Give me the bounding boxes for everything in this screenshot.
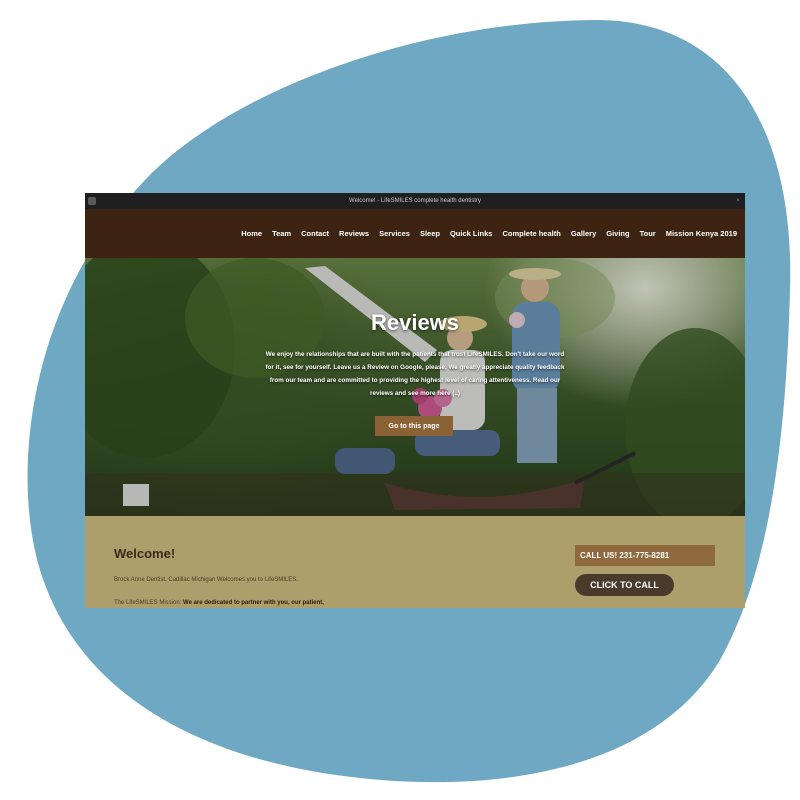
welcome-heading: Welcome! (114, 546, 176, 561)
go-to-page-button[interactable]: Go to this page (375, 416, 453, 436)
site-navbar: Home Team Contact Reviews Services Sleep Quick… (85, 209, 745, 258)
nav-item-reviews[interactable]: Reviews (339, 229, 369, 238)
hero-description: We enjoy the relationships that are buil… (265, 351, 565, 397)
window-titlebar: Welcome! - LifeSMILES complete health de… (85, 193, 745, 209)
welcome-section: Welcome! Brock Anne Dentist, Cadillac Mi… (85, 516, 745, 608)
nav-item-gallery[interactable]: Gallery (571, 229, 596, 238)
window-menu-icon[interactable] (88, 197, 96, 205)
nav-item-quick-links[interactable]: Quick Links (450, 229, 493, 238)
nav-item-contact[interactable]: Contact (301, 229, 329, 238)
hero-banner: Reviews We enjoy the relationships that … (85, 258, 745, 516)
mission-statement: We are dedicated to partner with you, ou… (183, 600, 324, 606)
browser-window: Welcome! - LifeSMILES complete health de… (85, 193, 745, 608)
nav-item-services[interactable]: Services (379, 229, 410, 238)
click-to-call-button[interactable]: CLICK TO CALL (575, 574, 674, 596)
call-us-bar[interactable]: CALL US! 231-775-8281 (575, 545, 715, 566)
window-title: Welcome! - LifeSMILES complete health de… (349, 198, 481, 204)
nav-item-mission-kenya-2019[interactable]: Mission Kenya 2019 (666, 229, 737, 238)
welcome-text: Brock Anne Dentist, Cadillac Michigan We… (114, 577, 298, 583)
nav-item-team[interactable]: Team (272, 229, 291, 238)
nav-item-sleep[interactable]: Sleep (420, 229, 440, 238)
mission-text: The LifeSMILES Mission: We are dedicated… (114, 600, 324, 606)
nav-item-tour[interactable]: Tour (640, 229, 656, 238)
nav-item-home[interactable]: Home (241, 229, 262, 238)
close-icon[interactable]: × (735, 198, 741, 204)
hero-title: Reviews (370, 310, 460, 335)
nav-item-giving[interactable]: Giving (606, 229, 629, 238)
nav-item-complete-health[interactable]: Complete health (502, 229, 560, 238)
mission-label: The LifeSMILES Mission: (114, 600, 182, 606)
nav-menu: Home Team Contact Reviews Services Sleep Quick… (241, 229, 737, 238)
